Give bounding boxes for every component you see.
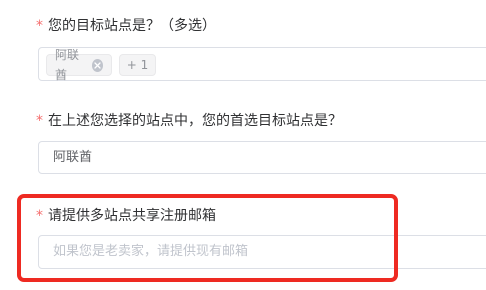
more-sites-tag: + 1 [119,54,156,76]
preferred-site-value: 阿联酋 [53,150,93,165]
target-sites-label: * 您的目标站点是？（多选） [36,16,216,36]
preferred-site-label-text: 在上述您选择的站点中，您的首选目标站点是？ [48,113,342,129]
close-circle-icon[interactable] [91,58,103,72]
required-mark: * [36,113,43,129]
required-mark: * [36,18,43,34]
preferred-site-select[interactable]: 阿联酋 [38,141,486,174]
preferred-site-label: * 在上述您选择的站点中，您的首选目标站点是？ [36,111,342,131]
more-sites-count: + 1 [126,58,149,72]
selected-site-tag: 阿联酋 [46,48,112,82]
selected-site-tag-label: 阿联酋 [55,48,80,82]
target-sites-label-text: 您的目标站点是？（多选） [48,18,216,34]
highlight-annotation-box [17,194,398,282]
target-sites-multiselect[interactable]: 阿联酋 + 1 [38,47,486,82]
